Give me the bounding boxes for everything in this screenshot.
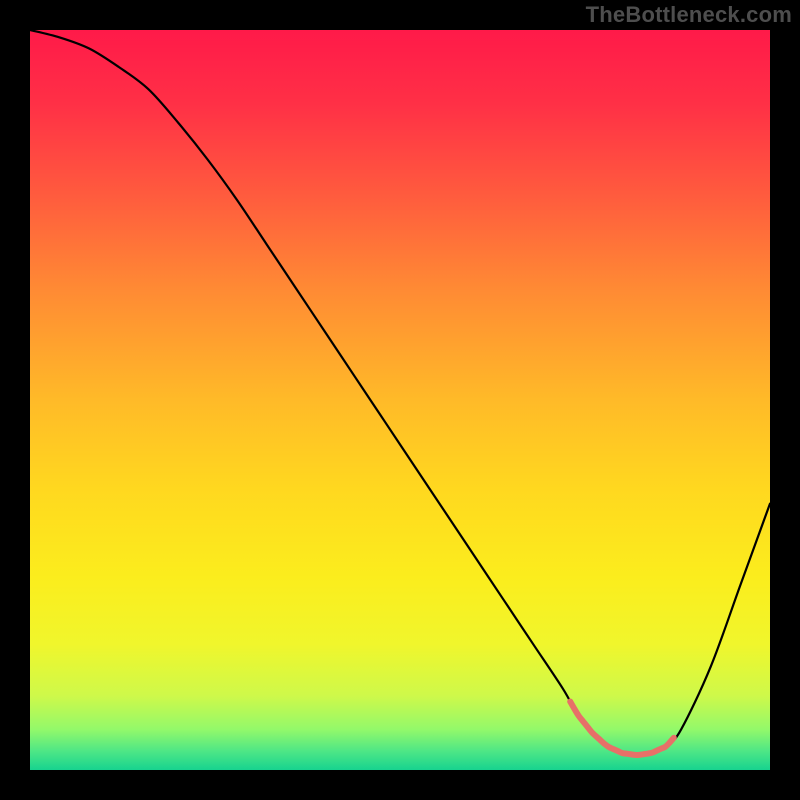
- plot-area: [30, 30, 770, 770]
- chart-svg: [30, 30, 770, 770]
- watermark-text: TheBottleneck.com: [586, 2, 792, 28]
- gradient-background: [30, 30, 770, 770]
- chart-frame: TheBottleneck.com: [0, 0, 800, 800]
